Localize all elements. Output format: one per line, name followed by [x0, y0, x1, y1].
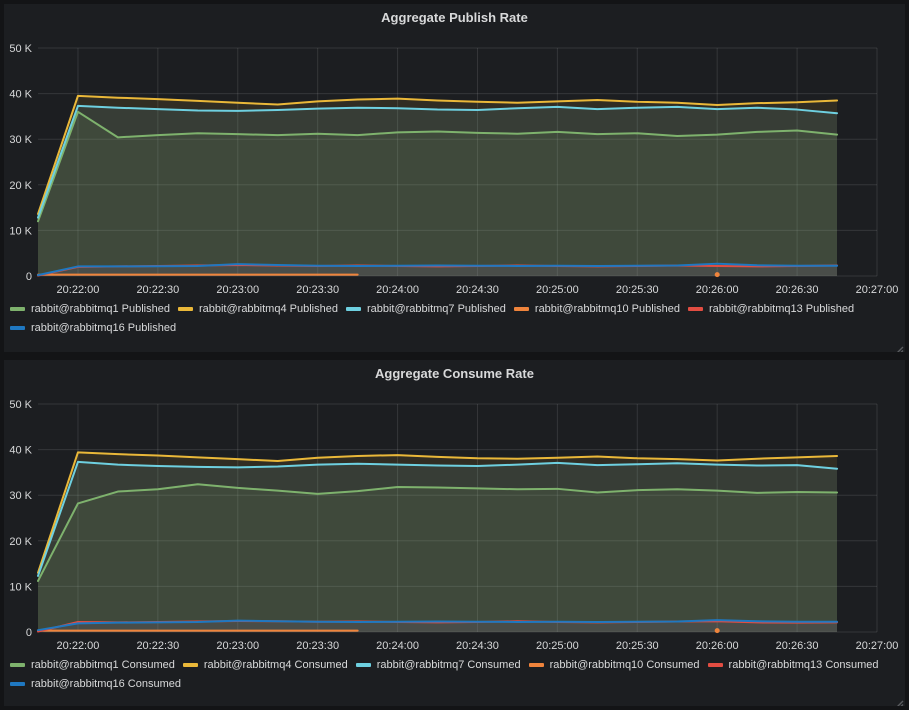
legend-item-label: rabbit@rabbitmq10 Consumed	[550, 658, 700, 672]
legend-item[interactable]: rabbit@rabbitmq1 Published	[10, 302, 170, 316]
series-color-dash-icon	[356, 663, 371, 667]
y-axis-tick-label: 30 K	[9, 134, 32, 146]
x-axis-tick-label: 20:24:30	[456, 284, 499, 296]
series-color-dash-icon	[178, 307, 193, 311]
y-axis-tick-label: 40 K	[9, 445, 32, 457]
x-axis-tick-label: 20:23:30	[296, 284, 339, 296]
series-color-dash-icon	[10, 663, 25, 667]
y-axis-tick-label: 10 K	[9, 581, 32, 593]
x-axis-tick-label: 20:23:30	[296, 640, 339, 652]
series-color-dash-icon	[10, 307, 25, 311]
x-axis-tick-label: 20:23:00	[216, 284, 259, 296]
y-axis-tick-label: 10 K	[9, 225, 32, 237]
panel-resize-handle-icon[interactable]	[894, 695, 904, 705]
publish-rate-graph[interactable]: 0 10 K 20 K 30 K 40 K 50 K 20:22:00 20:22:30 20:…	[4, 32, 905, 300]
publish-rate-legend: rabbit@rabbitmq1 Published rabbit@rabbitm…	[4, 300, 905, 340]
legend-item[interactable]: rabbit@rabbitmq1 Consumed	[10, 658, 175, 672]
x-axis-tick-label: 20:22:30	[136, 284, 179, 296]
legend-item-label: rabbit@rabbitmq1 Published	[31, 302, 170, 316]
x-axis-tick-label: 20:22:00	[57, 284, 100, 296]
panel-title[interactable]: Aggregate Publish Rate	[4, 4, 905, 32]
legend-item[interactable]: rabbit@rabbitmq10 Published	[514, 302, 680, 316]
legend-item-label: rabbit@rabbitmq1 Consumed	[31, 658, 175, 672]
consume-rate-graph[interactable]: 0 10 K 20 K 30 K 40 K 50 K 20:22:00 20:22:30 20:…	[4, 388, 905, 656]
series-point	[715, 628, 720, 633]
legend-item-label: rabbit@rabbitmq7 Published	[367, 302, 506, 316]
x-axis-tick-label: 20:24:00	[376, 640, 419, 652]
x-axis-tick-label: 20:24:00	[376, 284, 419, 296]
series-color-dash-icon	[708, 663, 723, 667]
legend-item-label: rabbit@rabbitmq7 Consumed	[377, 658, 521, 672]
series-color-dash-icon	[10, 682, 25, 686]
legend-item-label: rabbit@rabbitmq4 Published	[199, 302, 338, 316]
x-axis-tick-label: 20:24:30	[456, 640, 499, 652]
legend-item-label: rabbit@rabbitmq13 Consumed	[729, 658, 879, 672]
panel-aggregate-publish-rate: Aggregate Publish Rate 0 10 K 20 K 30 K 40 K…	[4, 4, 905, 352]
y-axis-tick-label: 0	[26, 627, 32, 639]
y-axis-tick-label: 50 K	[9, 399, 32, 411]
series-color-dash-icon	[514, 307, 529, 311]
legend-item-label: rabbit@rabbitmq4 Consumed	[204, 658, 348, 672]
x-axis-tick-label: 20:26:30	[776, 640, 819, 652]
legend-item[interactable]: rabbit@rabbitmq4 Published	[178, 302, 338, 316]
chart-canvas: 0 10 K 20 K 30 K 40 K 50 K 20:22:00 20:22:30 20:…	[4, 32, 905, 300]
panel-resize-handle-icon[interactable]	[894, 341, 904, 351]
legend-item-label: rabbit@rabbitmq13 Published	[709, 302, 854, 316]
legend-item[interactable]: rabbit@rabbitmq13 Consumed	[708, 658, 879, 672]
legend-item-label: rabbit@rabbitmq10 Published	[535, 302, 680, 316]
series-color-dash-icon	[346, 307, 361, 311]
y-axis-tick-label: 30 K	[9, 490, 32, 502]
legend-item[interactable]: rabbit@rabbitmq16 Consumed	[10, 677, 181, 691]
y-axis-tick-label: 20 K	[9, 536, 32, 548]
y-axis-tick-label: 0	[26, 271, 32, 283]
x-axis-tick-label: 20:26:30	[776, 284, 819, 296]
y-axis-tick-label: 40 K	[9, 89, 32, 101]
legend-item[interactable]: rabbit@rabbitmq13 Published	[688, 302, 854, 316]
y-axis-tick-label: 50 K	[9, 43, 32, 55]
chart-canvas: 0 10 K 20 K 30 K 40 K 50 K 20:22:00 20:22:30 20:…	[4, 388, 905, 656]
x-axis-tick-label: 20:23:00	[216, 640, 259, 652]
legend-item-label: rabbit@rabbitmq16 Consumed	[31, 677, 181, 691]
x-axis-tick-label: 20:25:00	[536, 284, 579, 296]
consume-rate-legend: rabbit@rabbitmq1 Consumed rabbit@rabbitmq…	[4, 656, 905, 696]
x-axis-tick-label: 20:25:00	[536, 640, 579, 652]
dashboard: Aggregate Publish Rate 0 10 K 20 K 30 K 40 K…	[0, 0, 909, 710]
series-point	[715, 272, 720, 277]
panel-aggregate-consume-rate: Aggregate Consume Rate 0 10 K 20 K 30 K 40 K…	[4, 360, 905, 706]
series-color-dash-icon	[10, 326, 25, 330]
series-color-dash-icon	[183, 663, 198, 667]
x-axis-tick-label: 20:25:30	[616, 284, 659, 296]
legend-item[interactable]: rabbit@rabbitmq4 Consumed	[183, 658, 348, 672]
panel-title[interactable]: Aggregate Consume Rate	[4, 360, 905, 388]
series-color-dash-icon	[529, 663, 544, 667]
x-axis-tick-label: 20:22:30	[136, 640, 179, 652]
x-axis-tick-label: 20:22:00	[57, 640, 100, 652]
x-axis-tick-label: 20:27:00	[856, 284, 899, 296]
y-axis-tick-label: 20 K	[9, 180, 32, 192]
x-axis-tick-label: 20:27:00	[856, 640, 899, 652]
legend-item[interactable]: rabbit@rabbitmq7 Consumed	[356, 658, 521, 672]
legend-item[interactable]: rabbit@rabbitmq16 Published	[10, 321, 176, 335]
x-axis-tick-label: 20:25:30	[616, 640, 659, 652]
legend-item[interactable]: rabbit@rabbitmq10 Consumed	[529, 658, 700, 672]
legend-item-label: rabbit@rabbitmq16 Published	[31, 321, 176, 335]
legend-item[interactable]: rabbit@rabbitmq7 Published	[346, 302, 506, 316]
series-color-dash-icon	[688, 307, 703, 311]
x-axis-tick-label: 20:26:00	[696, 640, 739, 652]
x-axis-tick-label: 20:26:00	[696, 284, 739, 296]
